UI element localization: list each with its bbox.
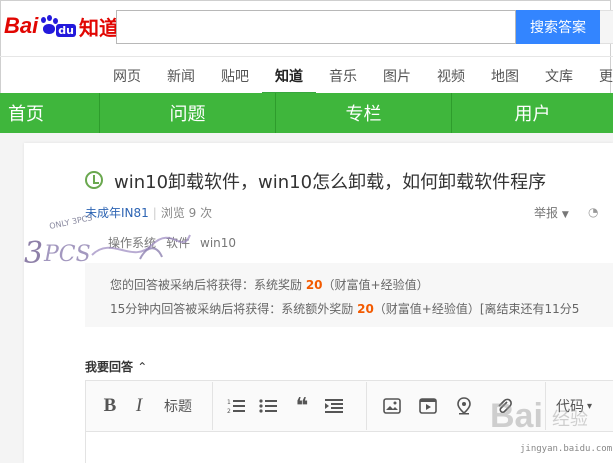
caret-down-icon: ▼: [561, 210, 569, 220]
share-icon[interactable]: ◔: [588, 205, 598, 219]
nav-item-wenku[interactable]: 文库: [532, 60, 586, 92]
reward-line-1: 您的回答被采纳后将获得：系统奖励 20（财富值+经验值）: [110, 276, 429, 293]
logo-bai-text: Bai: [4, 13, 39, 38]
answer-label-text: 我要回答: [85, 360, 134, 374]
ordered-list-icon[interactable]: 12: [224, 392, 248, 420]
menu-users[interactable]: 用户: [452, 93, 613, 133]
video-icon[interactable]: [416, 392, 440, 420]
reward-1-text: 您的回答被采纳后将获得：系统奖励: [110, 278, 306, 292]
reward-info-box: [85, 263, 613, 327]
tag-win10[interactable]: win10: [200, 236, 236, 250]
unordered-list-icon[interactable]: [256, 392, 280, 420]
nav-item-news[interactable]: 新闻: [154, 60, 208, 92]
reward-2-text: 15分钟内回答被采纳后将获得：系统额外奖励: [110, 302, 358, 316]
heading-button[interactable]: 标题: [158, 392, 198, 420]
menu-columns[interactable]: 专栏: [276, 93, 452, 133]
svg-text:PCS: PCS: [43, 242, 91, 267]
reward-2-suffix: （财富值+经验值）[离结束还有11分5: [373, 302, 580, 316]
toolbar-divider: [366, 382, 367, 430]
svg-text:经验: 经验: [552, 409, 588, 430]
nav-item-more[interactable]: 更: [586, 60, 613, 92]
chevron-up-icon: ⌃: [137, 360, 148, 374]
toolbar-divider: [212, 382, 213, 430]
svg-text:Bai: Bai: [490, 397, 543, 435]
logo-zhidao-text: 知道: [78, 15, 119, 40]
answer-toggle[interactable]: 我要回答 ⌃: [85, 358, 147, 375]
search-dropdown-edge: [600, 10, 613, 44]
watermark-logo-right: Bai 经验: [490, 397, 588, 435]
svg-text:3: 3: [24, 236, 43, 271]
reward-1-points: 20: [305, 278, 323, 292]
nav-item-map[interactable]: 地图: [478, 60, 532, 92]
header-divider: [0, 56, 613, 57]
italic-button[interactable]: I: [127, 392, 151, 420]
nav-item-images[interactable]: 图片: [370, 60, 424, 92]
report-label: 举报: [534, 206, 559, 220]
logo-du-text: du: [56, 23, 76, 37]
watermark-small-text: ONLY 3PCS: [49, 215, 94, 231]
quote-icon[interactable]: ❝: [290, 392, 314, 420]
indent-icon[interactable]: [322, 392, 346, 420]
watermark-site: jingyan.baidu.com: [520, 444, 613, 454]
svg-text:2: 2: [227, 408, 231, 414]
nav-item-music[interactable]: 音乐: [316, 60, 370, 92]
svg-text:1: 1: [227, 399, 231, 406]
image-icon[interactable]: [380, 392, 404, 420]
bold-button[interactable]: B: [98, 392, 122, 420]
search-button[interactable]: 搜索答案: [516, 10, 600, 44]
menu-questions[interactable]: 问题: [100, 93, 276, 133]
reward-1-suffix: （财富值+经验值）: [322, 278, 429, 292]
baidu-zhidao-logo[interactable]: Bai du 知道: [4, 8, 119, 44]
zhidao-menu-bar: 首页 问题 专栏 用户: [0, 93, 613, 133]
nav-item-video[interactable]: 视频: [424, 60, 478, 92]
reward-line-2: 15分钟内回答被采纳后将获得：系统额外奖励 20（财富值+经验值）[离结束还有1…: [110, 300, 579, 317]
top-nav: 网页 新闻 贴吧 知道 音乐 图片 视频 地图 文库 更: [100, 60, 613, 94]
nav-item-zhidao[interactable]: 知道: [262, 60, 316, 94]
question-clock-icon: [85, 171, 103, 189]
reward-2-points: 20: [357, 302, 374, 316]
question-title: win10卸载软件，win10怎么卸载，如何卸载软件程序: [114, 172, 547, 193]
nav-item-tieba[interactable]: 贴吧: [208, 60, 262, 92]
menu-home[interactable]: 首页: [0, 93, 100, 133]
report-button[interactable]: 举报 ▼: [534, 204, 569, 221]
search-input[interactable]: [116, 10, 516, 44]
nav-item-web[interactable]: 网页: [100, 60, 154, 92]
